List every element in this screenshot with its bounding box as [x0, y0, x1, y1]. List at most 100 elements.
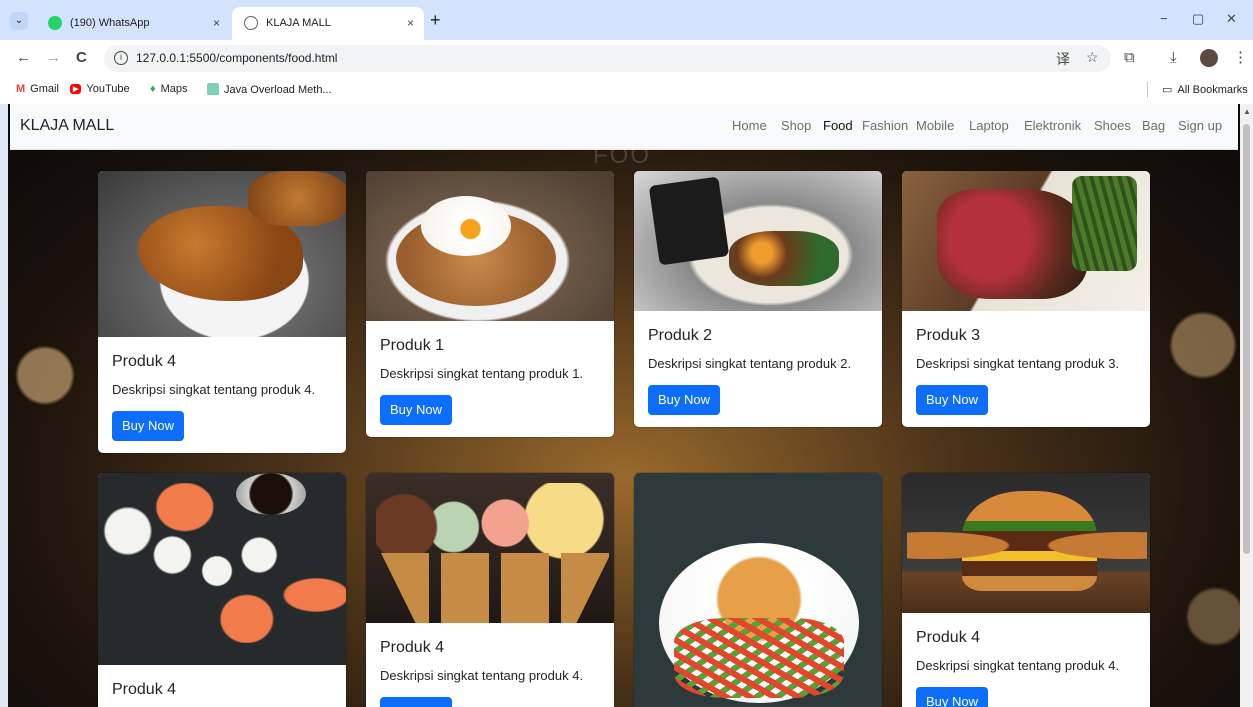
- nav-bag[interactable]: Bag: [1142, 118, 1165, 133]
- product-card: Produk 3 Deskripsi singkat tentang produ…: [902, 171, 1150, 427]
- fried-rice-image: [366, 171, 614, 321]
- bookmark-label: Gmail: [30, 83, 59, 95]
- product-description: Deskripsi singkat tentang produk 2.: [648, 356, 852, 371]
- product-title: Produk 1: [380, 337, 445, 354]
- bookmark-java[interactable]: Java Overload Meth...: [207, 83, 332, 96]
- nav-mobile[interactable]: Mobile: [916, 118, 954, 133]
- buy-now-button[interactable]: Buy Now: [648, 385, 721, 415]
- bookmark-maps[interactable]: ♦ Maps: [150, 83, 188, 95]
- ramen-image: [634, 171, 882, 311]
- nav-home[interactable]: Home: [732, 118, 767, 133]
- card-body: Produk 4 Deskripsi singkat tentang produ…: [98, 337, 346, 453]
- chicken-rice-bowl-image: [634, 473, 882, 707]
- page-scrollbar[interactable]: ▲: [1240, 104, 1253, 707]
- profile-avatar[interactable]: [1200, 49, 1218, 67]
- scroll-up-arrow-icon[interactable]: ▲: [1243, 107, 1251, 116]
- bookmark-label: YouTube: [86, 83, 130, 95]
- buy-now-button[interactable]: Buy Now: [112, 411, 185, 441]
- product-description: Deskripsi singkat tentang produk 4.: [380, 668, 584, 683]
- maps-icon: ♦: [150, 83, 156, 95]
- ice-cream-image: [366, 473, 614, 623]
- back-button[interactable]: ←: [16, 49, 31, 67]
- url-text[interactable]: 127.0.0.1:5500/components/food.html: [136, 51, 337, 65]
- bookmark-youtube[interactable]: ▶ YouTube: [70, 83, 130, 95]
- download-icon[interactable]: ⤓: [1170, 49, 1177, 67]
- product-card: [634, 473, 882, 707]
- tab-title: (190) WhatsApp: [70, 17, 150, 29]
- product-card: Produk 1 Deskripsi singkat tentang produ…: [366, 171, 614, 437]
- tab-klaja-mall[interactable]: KLAJA MALL ×: [232, 7, 424, 40]
- tab-search-button[interactable]: ⌄: [10, 12, 28, 30]
- product-title: Produk 2: [648, 327, 713, 344]
- browser-toolbar: ← → C i 127.0.0.1:5500/components/food.h…: [0, 40, 1253, 76]
- gmail-icon: M: [16, 83, 26, 95]
- page-viewport: FOO KLAJA MALL Home Shop Food Fashion Mo…: [8, 104, 1240, 707]
- buy-now-button[interactable]: Buy Now: [916, 687, 989, 707]
- fried-chicken-image: [98, 171, 346, 337]
- product-card: Produk 4 Deskripsi singkat tentang produ…: [902, 473, 1150, 707]
- site-brand[interactable]: KLAJA MALL: [20, 117, 114, 135]
- product-title: Produk 3: [916, 327, 981, 344]
- forward-button[interactable]: →: [46, 49, 61, 67]
- nav-fashion[interactable]: Fashion: [862, 118, 908, 133]
- close-icon[interactable]: ×: [213, 7, 220, 39]
- product-title: Produk 4: [380, 639, 445, 656]
- new-tab-button[interactable]: +: [430, 10, 441, 30]
- site-navbar: KLAJA MALL Home Shop Food Fashion Mobile…: [10, 104, 1238, 150]
- whatsapp-icon: [48, 16, 62, 30]
- burger-image: [902, 473, 1150, 613]
- site-info-icon[interactable]: i: [114, 51, 128, 65]
- browser-tab-bar: ⌄ (190) WhatsApp × KLAJA MALL × + − ▢ ✕: [0, 0, 1253, 40]
- globe-icon: [244, 16, 258, 30]
- menu-icon[interactable]: ⋮: [1233, 49, 1248, 67]
- buy-now-button[interactable]: Buy Now: [380, 395, 453, 425]
- folder-icon: ▭: [1162, 84, 1173, 96]
- product-card: Produk 4: [98, 473, 346, 707]
- translate-icon[interactable]: 译: [1056, 49, 1070, 69]
- extensions-icon[interactable]: ⧉: [1124, 49, 1135, 67]
- window-close-button[interactable]: ✕: [1226, 11, 1237, 27]
- card-body: Produk 4: [98, 665, 346, 707]
- card-body: Produk 2 Deskripsi singkat tentang produ…: [634, 311, 882, 427]
- bookmark-star-icon[interactable]: ☆: [1086, 49, 1099, 66]
- youtube-icon: ▶: [70, 84, 82, 94]
- card-body: Produk 4 Deskripsi singkat tentang produ…: [366, 623, 614, 707]
- nav-laptop[interactable]: Laptop: [969, 118, 1009, 133]
- bookmark-label: Maps: [160, 83, 188, 95]
- product-description: Deskripsi singkat tentang produk 4.: [112, 382, 316, 397]
- nav-food[interactable]: Food: [823, 118, 853, 133]
- minimize-button[interactable]: −: [1160, 11, 1168, 26]
- nav-shoes[interactable]: Shoes: [1094, 118, 1131, 133]
- all-bookmarks[interactable]: ▭ All Bookmarks: [1162, 83, 1248, 96]
- reload-button[interactable]: C: [76, 49, 87, 67]
- product-card: Produk 4 Deskripsi singkat tentang produ…: [98, 171, 346, 453]
- card-body: Produk 1 Deskripsi singkat tentang produ…: [366, 321, 614, 437]
- steak-image: [902, 171, 1150, 311]
- all-bookmarks-label: All Bookmarks: [1177, 84, 1248, 96]
- product-title: Produk 4: [112, 353, 177, 370]
- product-description: Deskripsi singkat tentang produk 4.: [916, 658, 1120, 673]
- nav-elektronik[interactable]: Elektronik: [1024, 118, 1081, 133]
- card-body: Produk 3 Deskripsi singkat tentang produ…: [902, 311, 1150, 427]
- bookmarks-bar: M Gmail ▶ YouTube ♦ Maps Java Overload Meth…: [0, 76, 1253, 104]
- bookmark-gmail[interactable]: M Gmail: [16, 83, 59, 95]
- tab-title: KLAJA MALL: [266, 17, 331, 29]
- product-card: Produk 2 Deskripsi singkat tentang produ…: [634, 171, 882, 427]
- bookmark-label: Java Overload Meth...: [224, 84, 332, 96]
- restore-button[interactable]: ▢: [1192, 11, 1204, 27]
- nav-sign-up[interactable]: Sign up: [1178, 118, 1222, 133]
- bookmarks-divider: [1147, 82, 1148, 98]
- tab-whatsapp[interactable]: (190) WhatsApp ×: [36, 7, 230, 40]
- buy-now-button[interactable]: Buy Now: [916, 385, 989, 415]
- sushi-image: [98, 473, 346, 665]
- buy-now-button[interactable]: Buy Now: [380, 697, 453, 707]
- bookmark-page-icon: [207, 83, 219, 95]
- product-title: Produk 4: [916, 629, 981, 646]
- card-body: Produk 4 Deskripsi singkat tentang produ…: [902, 613, 1150, 707]
- address-bar[interactable]: i 127.0.0.1:5500/components/food.html 译 …: [104, 45, 1111, 72]
- nav-shop[interactable]: Shop: [781, 118, 811, 133]
- product-description: Deskripsi singkat tentang produk 1.: [380, 366, 584, 381]
- close-icon[interactable]: ×: [407, 7, 414, 39]
- scrollbar-thumb[interactable]: [1243, 124, 1250, 554]
- product-card: Produk 4 Deskripsi singkat tentang produ…: [366, 473, 614, 707]
